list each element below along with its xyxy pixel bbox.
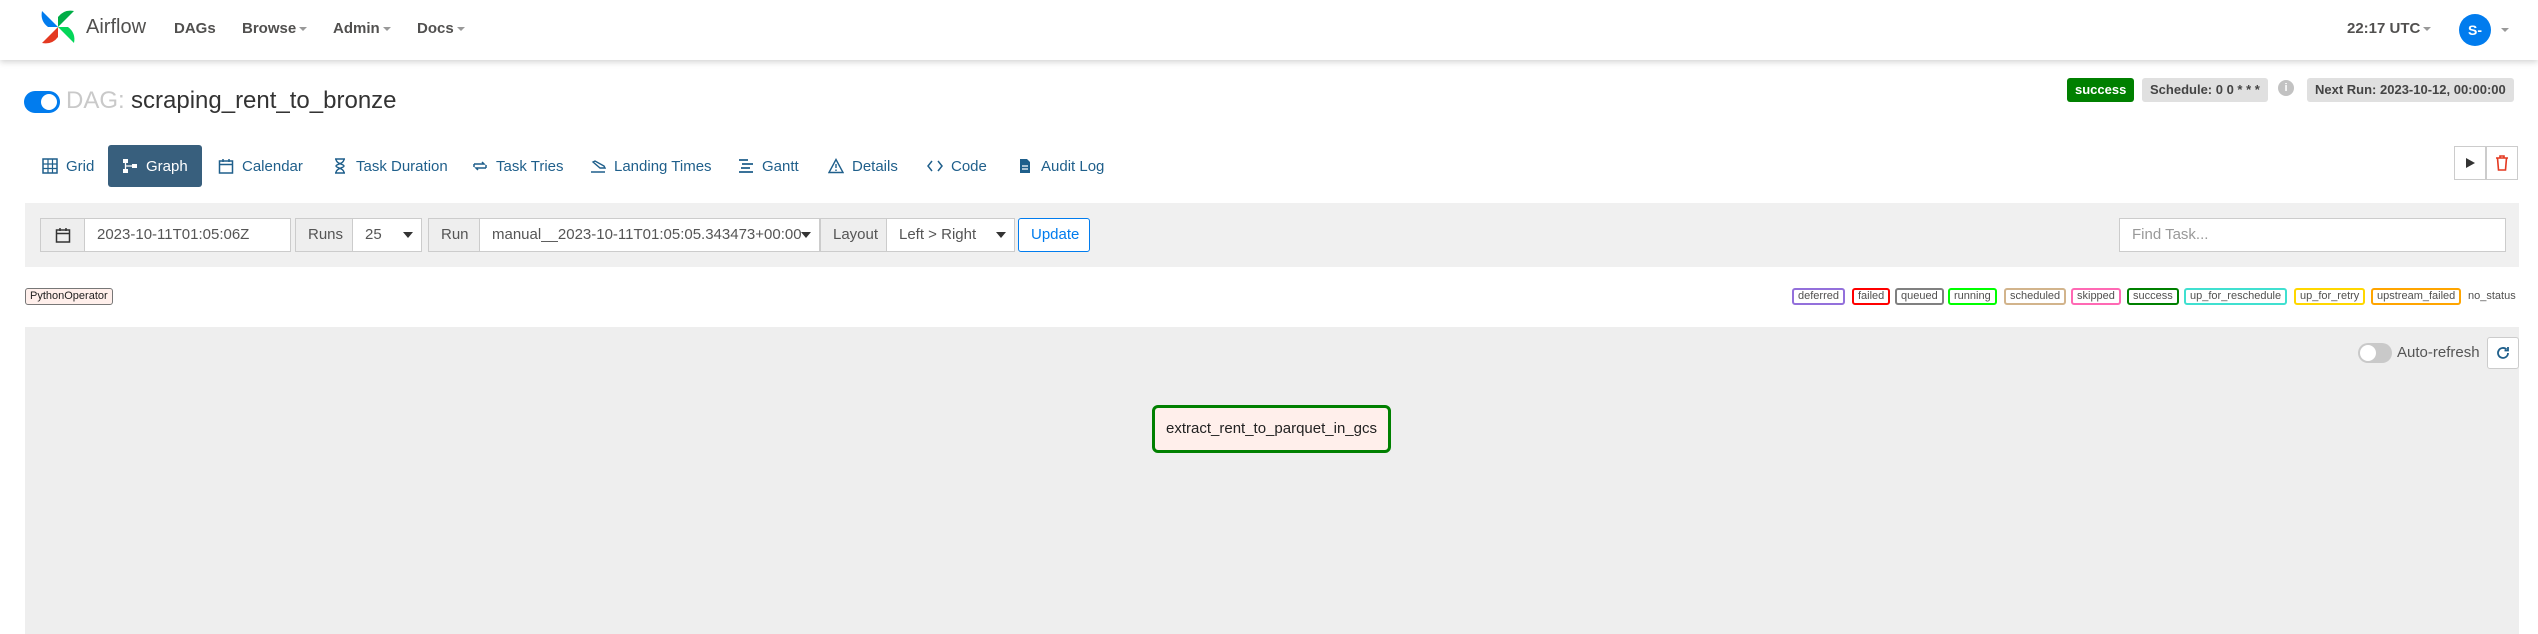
tab-calendar-label: Calendar	[242, 157, 303, 175]
auto-refresh-label: Auto-refresh	[2397, 344, 2480, 361]
chevron-down-icon	[801, 232, 811, 238]
dag-prefix: DAG:	[66, 87, 125, 114]
tab-gantt[interactable]: Gantt	[724, 145, 813, 187]
tab-code[interactable]: Code	[913, 145, 1001, 187]
run-select-value: manual__2023-10-11T01:05:05.343473+00:00	[492, 226, 802, 243]
tab-gantt-label: Gantt	[762, 157, 799, 175]
calendar-icon	[218, 159, 234, 174]
grid-icon	[42, 158, 58, 174]
base-date-input[interactable]: 2023-10-11T01:05:06Z	[84, 218, 291, 252]
nav-admin[interactable]: Admin	[333, 20, 391, 37]
nav-docs[interactable]: Docs	[417, 20, 465, 37]
legend-queued[interactable]: queued	[1895, 288, 1944, 305]
top-navbar: Airflow DAGs Browse Admin Docs 22:17 UTC…	[0, 0, 2538, 60]
tab-task-tries-label: Task Tries	[496, 157, 564, 175]
dag-graph-canvas[interactable]	[25, 327, 2519, 634]
current-time: 22:17 UTC	[2347, 20, 2421, 37]
legend-success[interactable]: success	[2127, 288, 2179, 305]
tab-details-label: Details	[852, 157, 898, 175]
trash-icon	[2496, 155, 2508, 171]
chevron-down-icon	[456, 27, 465, 32]
legend-up-for-retry[interactable]: up_for_retry	[2294, 288, 2366, 305]
legend-scheduled[interactable]: scheduled	[2004, 288, 2067, 305]
tab-audit-log-label: Audit Log	[1041, 157, 1105, 175]
dag-title[interactable]: scraping_rent_to_bronze	[131, 87, 397, 115]
tab-task-duration[interactable]: Task Duration	[318, 145, 462, 187]
schedule-badge: Schedule: 0 0 * * *	[2142, 78, 2268, 102]
legend-failed[interactable]: failed	[1852, 288, 1891, 305]
tab-graph[interactable]: Graph	[108, 145, 202, 187]
code-icon	[927, 160, 943, 172]
trigger-dag-button[interactable]	[2454, 146, 2486, 180]
hourglass-icon	[335, 158, 345, 174]
chevron-down-icon	[2423, 27, 2432, 32]
runs-select[interactable]: 25	[352, 218, 422, 252]
legend-skipped[interactable]: skipped	[2071, 288, 2121, 305]
nav-dags[interactable]: DAGs	[174, 20, 216, 37]
legend-upstream-failed[interactable]: upstream_failed	[2371, 288, 2462, 305]
toggle-knob	[41, 94, 57, 110]
landing-icon	[591, 160, 606, 173]
graph-icon	[123, 159, 137, 173]
run-select[interactable]: manual__2023-10-11T01:05:05.343473+00:00	[479, 218, 820, 252]
tab-landing-times[interactable]: Landing Times	[576, 145, 726, 187]
run-label: Run	[428, 218, 480, 252]
gantt-icon	[739, 159, 753, 173]
user-avatar[interactable]: S-	[2459, 14, 2491, 46]
brand-name[interactable]: Airflow	[86, 16, 146, 39]
calendar-icon	[55, 228, 70, 243]
tab-landing-times-label: Landing Times	[614, 157, 712, 175]
nav-browse-label: Browse	[242, 20, 297, 37]
user-menu-chevron-icon[interactable]	[2501, 28, 2509, 32]
nav-admin-label: Admin	[333, 20, 380, 37]
layout-select[interactable]: Left > Right	[886, 218, 1015, 252]
update-button[interactable]: Update	[1018, 218, 1090, 252]
chevron-down-icon	[403, 232, 413, 238]
tab-task-duration-label: Task Duration	[356, 157, 448, 175]
chevron-down-icon	[299, 27, 308, 32]
tab-code-label: Code	[951, 157, 987, 175]
graph-filter-bar: 2023-10-11T01:05:06Z Runs 25 Run manual_…	[25, 203, 2519, 267]
refresh-icon	[2497, 347, 2509, 359]
nav-docs-label: Docs	[417, 20, 454, 37]
auto-refresh-toggle[interactable]	[2358, 343, 2392, 363]
runs-select-value: 25	[365, 226, 382, 243]
runs-label: Runs	[295, 218, 353, 252]
toggle-knob	[2360, 345, 2376, 361]
tab-details[interactable]: Details	[814, 145, 912, 187]
find-task-input[interactable]: Find Task...	[2119, 218, 2506, 252]
warning-triangle-icon	[828, 158, 844, 174]
tab-audit-log[interactable]: Audit Log	[1003, 145, 1118, 187]
tab-grid[interactable]: Grid	[28, 145, 108, 187]
delete-dag-button[interactable]	[2486, 146, 2518, 180]
chevron-down-icon	[996, 232, 1006, 238]
tab-calendar[interactable]: Calendar	[204, 145, 317, 187]
refresh-button[interactable]	[2487, 337, 2519, 369]
legend-running[interactable]: running	[1948, 288, 1997, 305]
play-icon	[2466, 158, 2475, 168]
legend-no-status[interactable]: no_status	[2468, 290, 2516, 302]
tab-graph-label: Graph	[146, 157, 188, 175]
legend-deferred[interactable]: deferred	[1792, 288, 1845, 305]
chevron-down-icon	[382, 27, 391, 32]
legend-up-for-reschedule[interactable]: up_for_reschedule	[2184, 288, 2288, 305]
tab-task-tries[interactable]: Task Tries	[458, 145, 578, 187]
task-node[interactable]: extract_rent_to_parquet_in_gcs	[1152, 405, 1391, 453]
timezone-menu[interactable]: 22:17 UTC	[2347, 20, 2432, 37]
dag-pause-toggle[interactable]	[24, 91, 60, 113]
info-icon[interactable]: i	[2278, 80, 2294, 96]
dag-status-badge: success	[2067, 78, 2135, 102]
file-icon	[1020, 159, 1030, 173]
retry-icon	[473, 161, 487, 171]
date-picker-button[interactable]	[40, 218, 85, 252]
airflow-logo-icon[interactable]	[38, 7, 78, 47]
next-run-badge: Next Run: 2023-10-12, 00:00:00	[2307, 78, 2514, 102]
tab-grid-label: Grid	[66, 157, 95, 175]
operator-legend-badge[interactable]: PythonOperator	[25, 288, 113, 305]
layout-label: Layout	[820, 218, 887, 252]
nav-browse[interactable]: Browse	[242, 20, 308, 37]
layout-select-value: Left > Right	[899, 226, 977, 243]
